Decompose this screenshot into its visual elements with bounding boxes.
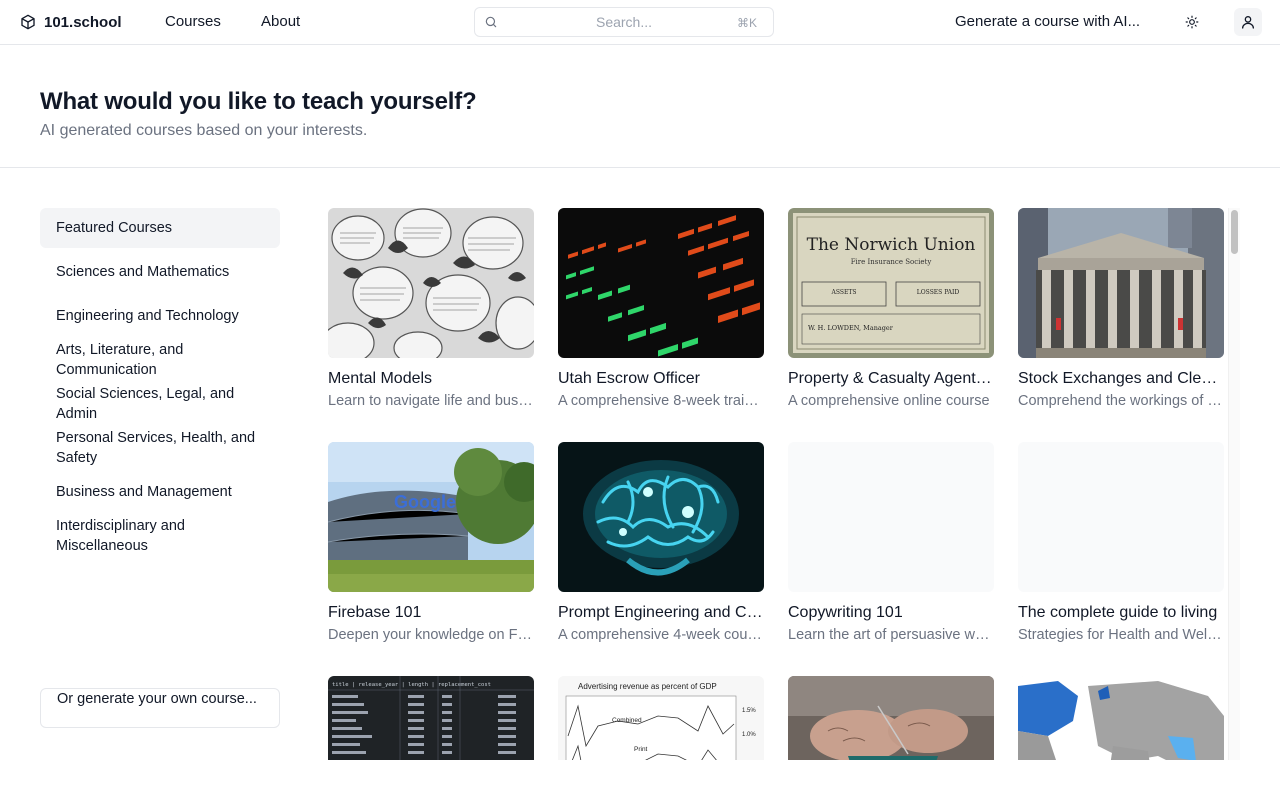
course-thumbnail-placeholder: [788, 442, 994, 592]
course-thumbnail: The Norwich Union Fire Insurance Society…: [788, 208, 994, 358]
course-thumbnail: Advertising revenue as percent of GDP 1.…: [558, 676, 764, 760]
world-map-image: [1018, 676, 1224, 760]
course-description: A comprehensive online course: [788, 393, 990, 409]
svg-text:Fire Insurance Society: Fire Insurance Society: [851, 258, 932, 266]
course-card[interactable]: Mental Models Learn to navigate life and…: [328, 208, 534, 411]
course-thumbnail: title | release_year | length | replacem…: [328, 676, 534, 760]
svg-text:title | release_year | length: title | release_year | length | replacem…: [332, 682, 491, 688]
course-thumbnail: [558, 208, 764, 358]
svg-text:W. H. LOWDEN, Manager: W. H. LOWDEN, Manager: [808, 324, 894, 332]
generate-own-course-button[interactable]: Or generate your own course...: [40, 688, 280, 728]
course-title: Utah Escrow Officer: [558, 370, 700, 387]
cube-icon: [21, 14, 35, 30]
course-card[interactable]: Utah Escrow Officer A comprehensive 8-we…: [558, 208, 764, 411]
ai-brain-image: [558, 442, 764, 592]
stock-ticker-image: [558, 208, 764, 358]
course-description: Learn the art of persuasive writing: [788, 627, 994, 643]
sql-table-image: title | release_year | length | replacem…: [328, 676, 534, 760]
search-placeholder: Search...: [595, 14, 653, 30]
course-description: Learn to navigate life and business: [328, 393, 534, 409]
svg-text:1.0%: 1.0%: [742, 732, 756, 738]
svg-text:The Norwich Union: The Norwich Union: [807, 235, 976, 255]
sidebar-item-featured-courses[interactable]: Featured Courses: [40, 208, 280, 248]
svg-text:ASSETS: ASSETS: [831, 289, 857, 296]
course-title: Mental Models: [328, 370, 433, 387]
svg-text:Google: Google: [394, 492, 456, 512]
course-card[interactable]: [788, 676, 994, 760]
course-title: Copywriting 101: [788, 604, 903, 621]
course-grid-scrollbar[interactable]: [1228, 208, 1240, 760]
svg-text:LOSSES PAID: LOSSES PAID: [917, 289, 960, 296]
advertising-chart-image: Advertising revenue as percent of GDP 1.…: [558, 676, 764, 760]
sidebar-item-interdisciplinary[interactable]: Interdisciplinary and Miscellaneous: [40, 516, 280, 556]
course-description: A comprehensive 8-week training: [558, 393, 764, 409]
scrollbar-thumb[interactable]: [1231, 210, 1238, 254]
course-card[interactable]: Prompt Engineering and ChatGPT A compreh…: [558, 442, 764, 645]
search-input[interactable]: Search... ⌘K: [474, 7, 774, 37]
sidebar-item-sciences-mathematics[interactable]: Sciences and Mathematics: [40, 262, 280, 282]
knitting-hands-image: [788, 676, 994, 760]
search-shortcut: ⌘K: [736, 16, 757, 30]
brand-name: 101.school: [44, 13, 122, 31]
user-account-button[interactable]: [1234, 8, 1262, 36]
course-thumbnail-placeholder: [1018, 442, 1224, 592]
generate-course-link[interactable]: Generate a course with AI...: [955, 13, 1140, 30]
svg-text:Advertising revenue as percent: Advertising revenue as percent of GDP: [578, 682, 717, 691]
user-icon: [1242, 16, 1254, 29]
google-building-image: Google: [328, 442, 534, 592]
stock-exchange-building-image: [1018, 208, 1224, 358]
course-thumbnail: [558, 442, 764, 592]
norwich-union-certificate-image: The Norwich Union Fire Insurance Society…: [788, 208, 994, 358]
course-title: The complete guide to living: [1018, 604, 1218, 621]
course-card[interactable]: Google Firebase 101 Deepen your knowledg…: [328, 442, 534, 645]
course-thumbnail: [1018, 676, 1224, 760]
course-thumbnail: [1018, 208, 1224, 358]
nav-link-about[interactable]: About: [261, 13, 300, 30]
svg-text:1.5%: 1.5%: [742, 708, 756, 714]
top-navigation: 101.school Courses About Search... ⌘K Ge…: [0, 0, 1280, 45]
course-card[interactable]: Stock Exchanges and Clearing Houses Comp…: [1018, 208, 1224, 411]
course-description: Deepen your knowledge on Firebase: [328, 627, 534, 643]
course-card[interactable]: title | release_year | length | replacem…: [328, 676, 534, 760]
mental-models-image: [328, 208, 534, 358]
course-card[interactable]: The Norwich Union Fire Insurance Society…: [788, 208, 994, 411]
course-description: Strategies for Health and Wellness: [1018, 627, 1224, 643]
course-grid: Mental Models Learn to navigate life and…: [328, 208, 1226, 760]
sidebar-item-business-management[interactable]: Business and Management: [40, 482, 280, 502]
sidebar-item-arts-literature[interactable]: Arts, Literature, and Communication: [40, 340, 280, 380]
brand-logo-link[interactable]: 101.school: [20, 12, 122, 32]
course-title: Property & Casualty Agent License: [788, 370, 994, 387]
course-title: Firebase 101: [328, 604, 422, 621]
sidebar-item-engineering-technology[interactable]: Engineering and Technology: [40, 306, 280, 326]
nav-link-courses[interactable]: Courses: [165, 13, 221, 30]
course-title: Prompt Engineering and ChatGPT: [558, 604, 764, 621]
svg-text:Combined: Combined: [612, 717, 642, 724]
course-description: Comprehend the workings of markets: [1018, 393, 1224, 409]
course-card[interactable]: [1018, 676, 1224, 760]
course-card[interactable]: Advertising revenue as percent of GDP 1.…: [558, 676, 764, 760]
course-thumbnail: Google: [328, 442, 534, 592]
sidebar-item-social-sciences[interactable]: Social Sciences, Legal, and Admin: [40, 384, 280, 424]
page-subtitle: AI generated courses based on your inter…: [40, 122, 368, 139]
sidebar-item-personal-services[interactable]: Personal Services, Health, and Safety: [40, 428, 280, 468]
course-card[interactable]: The complete guide to living Strategies …: [1018, 442, 1224, 645]
theme-toggle-button[interactable]: [1178, 8, 1206, 36]
course-thumbnail: [788, 676, 994, 760]
page-title: What would you like to teach yourself?: [40, 88, 477, 115]
course-description: A comprehensive 4-week course: [558, 627, 764, 643]
hero-section: What would you like to teach yourself? A…: [0, 45, 1280, 168]
svg-text:Print: Print: [634, 746, 648, 753]
course-title: Stock Exchanges and Clearing Houses: [1018, 370, 1224, 387]
sun-icon: [1185, 15, 1199, 29]
course-thumbnail: [328, 208, 534, 358]
course-card[interactable]: Copywriting 101 Learn the art of persuas…: [788, 442, 994, 645]
